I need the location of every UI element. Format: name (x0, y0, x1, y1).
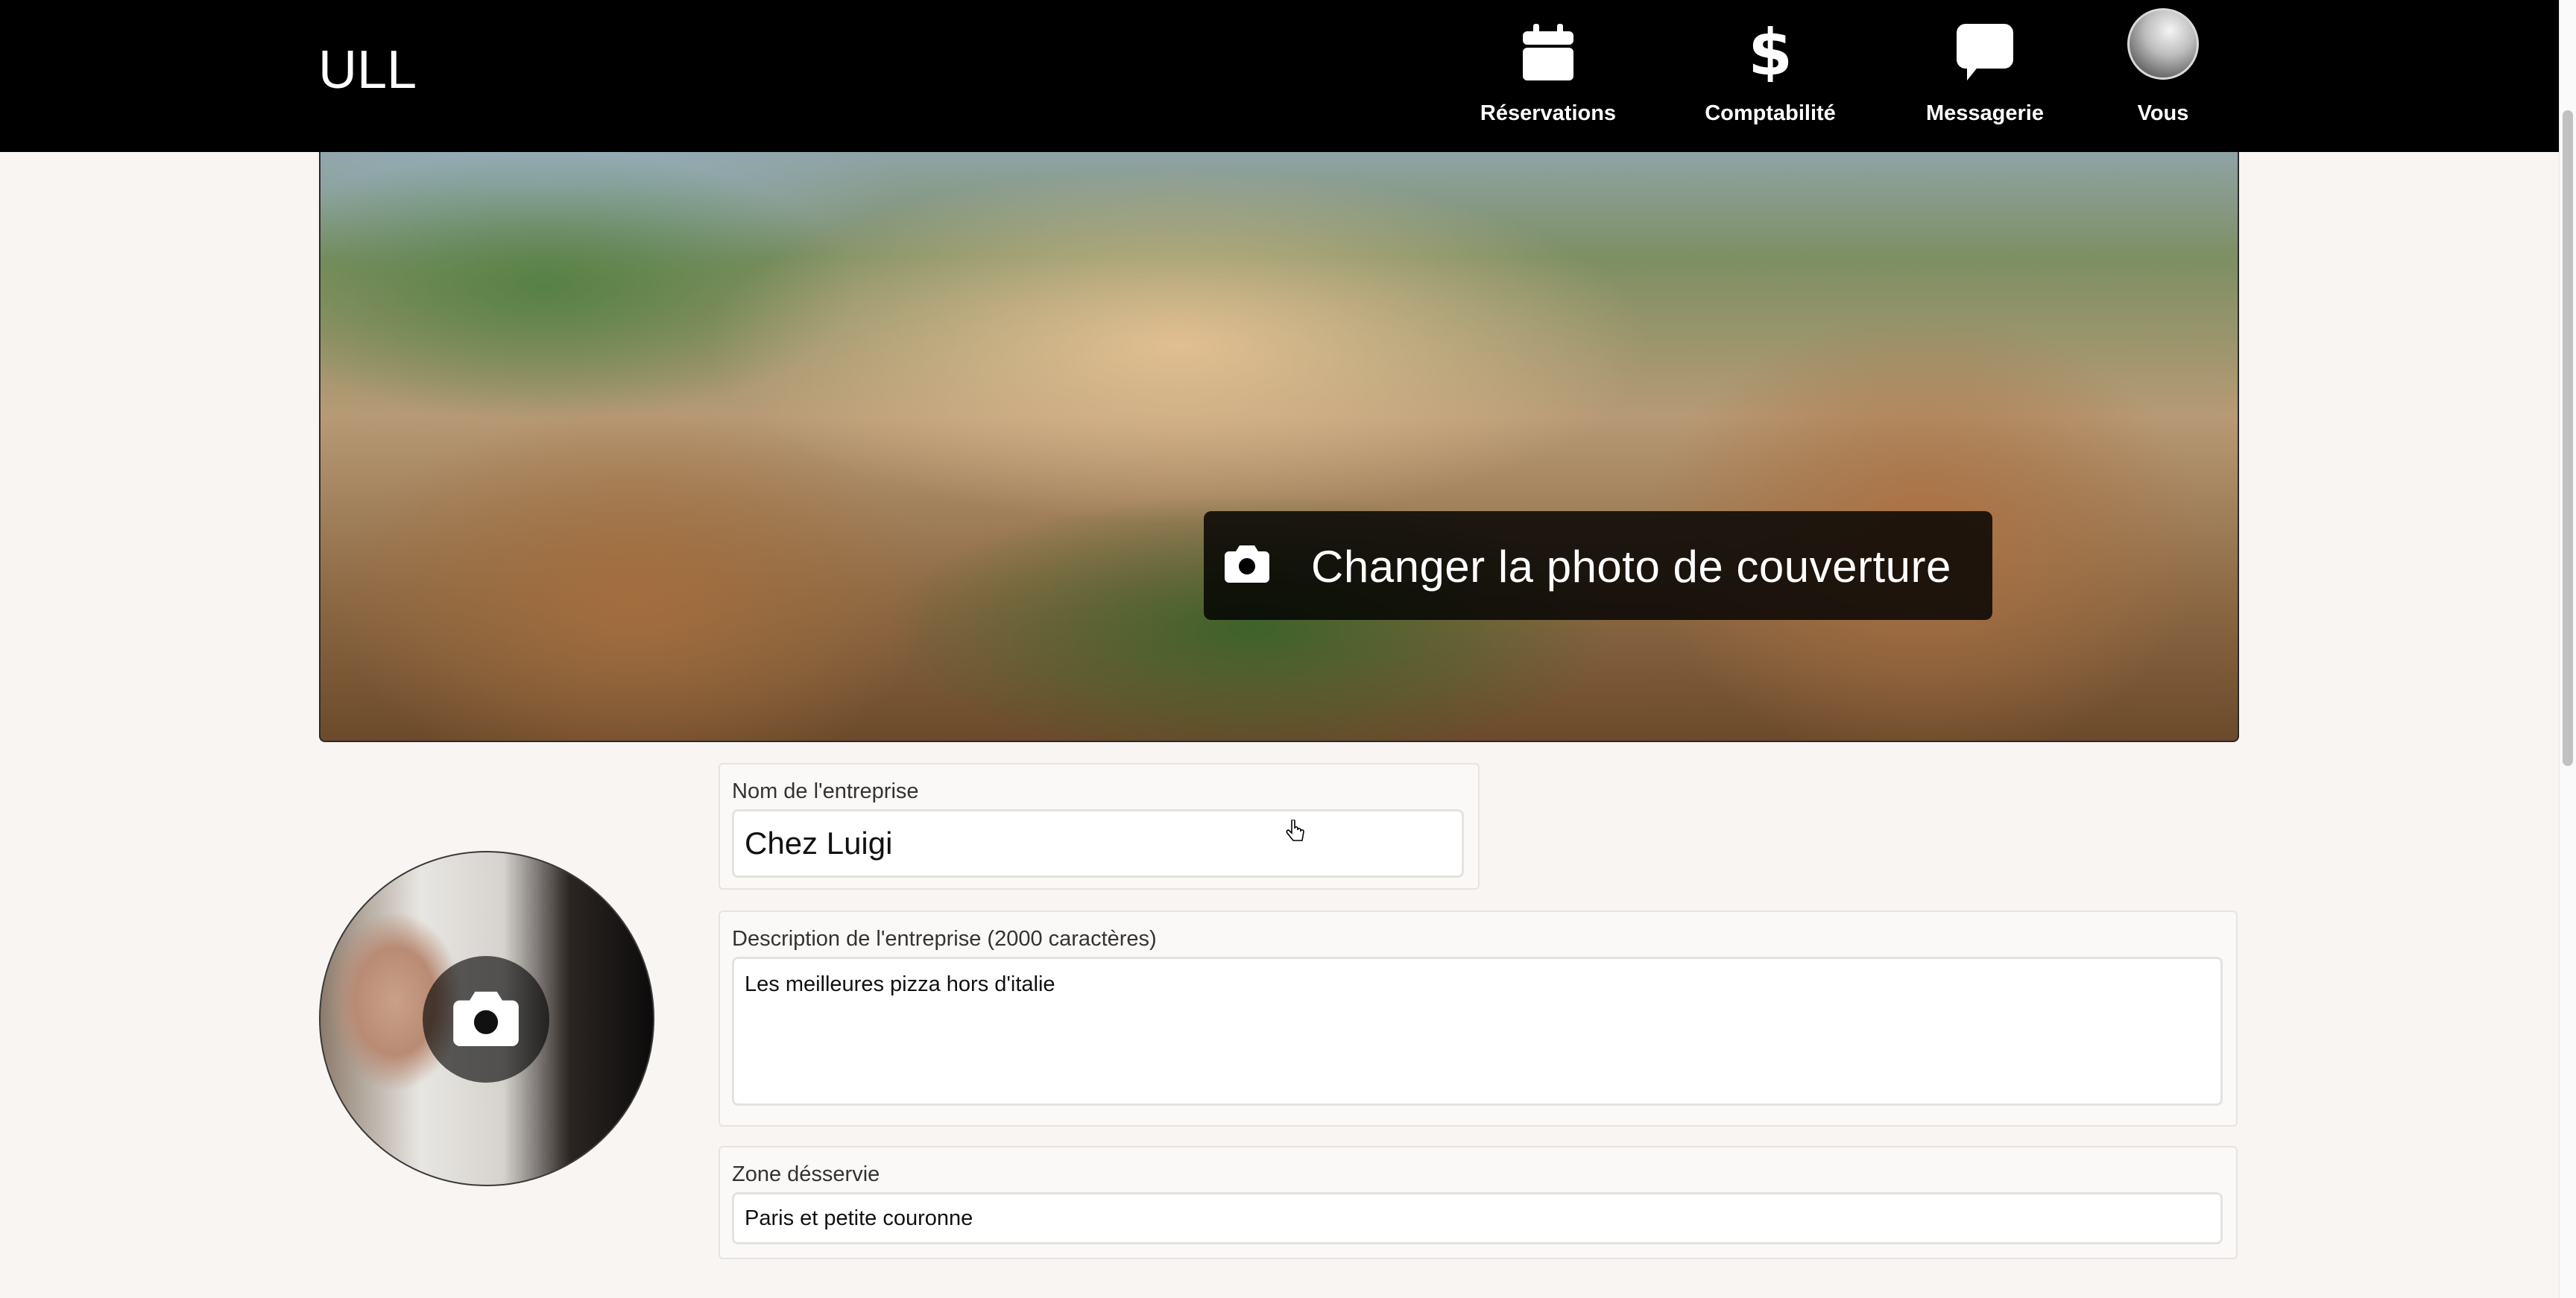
camera-icon (453, 990, 519, 1050)
change-profile-photo-button[interactable] (423, 956, 549, 1083)
description-textarea[interactable]: Les meilleures pizza hors d'italie (732, 957, 2223, 1106)
hand-pointer-cursor-icon (1285, 818, 1306, 850)
nav-reservations-label: Réservations (1480, 101, 1617, 125)
user-avatar (2127, 8, 2199, 80)
calendar-icon (1518, 19, 1578, 85)
top-navbar: ULL Réservations $ Comptabilité Messager… (0, 0, 2560, 152)
nav-vous-label: Vous (2137, 101, 2189, 125)
description-card: Description de l'entreprise (2000 caract… (719, 911, 2238, 1127)
brand-logo[interactable]: ULL (318, 43, 417, 97)
chat-bubble-icon (1955, 19, 2015, 85)
nav-vous[interactable]: Vous (2066, 8, 2260, 133)
company-name-card: Nom de l'entreprise (719, 763, 1480, 890)
dollar-icon: $ (1740, 19, 1800, 85)
page-scrollbar[interactable] (2559, 0, 2576, 1298)
cover-photo[interactable]: Changer la photo de couverture (319, 152, 2239, 742)
nav-messagerie-label: Messagerie (1926, 101, 2044, 125)
zone-input[interactable] (732, 1192, 2223, 1244)
change-cover-photo-button[interactable]: Changer la photo de couverture (1204, 511, 1992, 620)
company-name-label: Nom de l'entreprise (732, 779, 919, 803)
page-scrollbar-thumb[interactable] (2563, 110, 2573, 766)
nav-messagerie[interactable]: Messagerie (1888, 13, 2082, 133)
nav-reservations[interactable]: Réservations (1451, 13, 1645, 133)
zone-card: Zone désservie (719, 1146, 2238, 1259)
zone-label: Zone désservie (732, 1162, 880, 1186)
nav-comptabilite[interactable]: $ Comptabilité (1673, 13, 1867, 133)
description-label: Description de l'entreprise (2000 caract… (732, 927, 1157, 951)
company-name-input[interactable] (732, 809, 1464, 878)
camera-icon (1225, 544, 1269, 586)
change-cover-photo-label: Changer la photo de couverture (1311, 542, 1951, 592)
svg-text:$: $ (1749, 22, 1791, 82)
nav-comptabilite-label: Comptabilité (1705, 101, 1836, 125)
